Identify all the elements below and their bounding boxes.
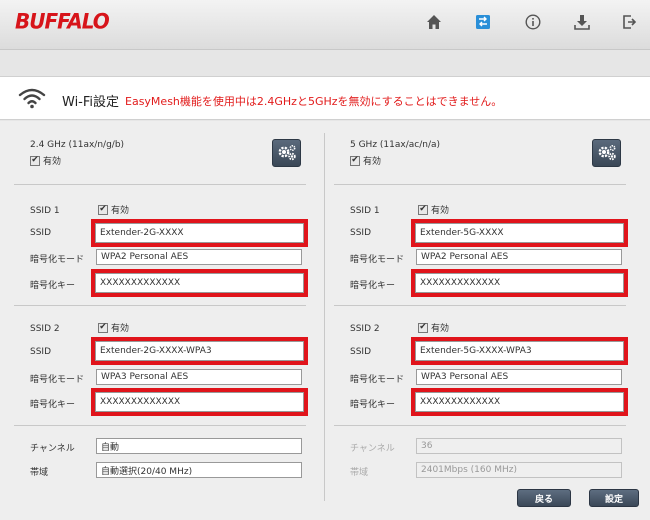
bandwidth-label: 帯域 [30, 468, 49, 478]
bandwidth-label: 帯域 [350, 468, 369, 478]
ssid2-enable-label: 有効 [111, 324, 130, 334]
ssid2-label: SSID 2 [30, 324, 60, 334]
ssid1-enable-checkbox[interactable]: ✔ 有効 [418, 203, 449, 216]
logout-icon[interactable] [619, 11, 641, 33]
back-button[interactable]: 戻る [517, 489, 571, 507]
ssid2-name-input[interactable]: Extender-5G-XXXX-WPA3 [415, 341, 624, 361]
ssid2-encryption-value: WPA3 Personal AES [421, 372, 509, 382]
encryption-key-label: 暗号化キー [350, 400, 396, 410]
ssid1-label: SSID 1 [350, 206, 380, 216]
ssid2-label: SSID 2 [350, 324, 380, 334]
ssid2-encryption-select[interactable]: WPA3 Personal AES [96, 369, 302, 385]
checkbox-checked-icon[interactable]: ✔ [350, 155, 360, 166]
ssid1-encryption-value: WPA2 Personal AES [421, 252, 509, 262]
wifi-icon [18, 87, 46, 112]
ssid1-name-input[interactable]: Extender-2G-XXXX [95, 223, 304, 243]
buffalo-logo: BUFFALO [15, 8, 110, 34]
gear-icon [278, 144, 296, 161]
header-gap [0, 51, 650, 75]
bandwidth-select: 2401Mbps (160 MHz) [416, 462, 622, 478]
band-title: 2.4 GHz (11ax/n/g/b) [30, 140, 125, 150]
ssid1-key-input[interactable]: XXXXXXXXXXXXX [95, 273, 304, 293]
ssid1-encryption-select[interactable]: WPA2 Personal AES [96, 249, 302, 265]
checkbox-checked-icon[interactable]: ✔ [30, 155, 40, 166]
band-enable-label: 有効 [363, 157, 382, 167]
ssid2-key-highlight: XXXXXXXXXXXXX [91, 388, 308, 416]
band-enable-checkbox[interactable]: ✔ 有効 [30, 154, 61, 167]
band-enable-checkbox[interactable]: ✔ 有効 [350, 154, 381, 167]
ssid1-name-highlight: Extender-5G-XXXX [411, 219, 628, 247]
network-icon[interactable] [472, 11, 494, 33]
bandwidth-value: 2401Mbps (160 MHz) [421, 465, 517, 475]
page-header: Wi-Fi設定 EasyMesh機能を使用中は2.4GHzと5GHzを無効にする… [0, 76, 650, 120]
ssid1-key-highlight: XXXXXXXXXXXXX [91, 269, 308, 297]
info-icon[interactable] [522, 11, 544, 33]
encryption-mode-label: 暗号化モード [30, 375, 85, 385]
checkbox-checked-icon[interactable]: ✔ [98, 204, 108, 215]
checkbox-checked-icon[interactable]: ✔ [418, 322, 428, 333]
ssid1-label: SSID 1 [30, 206, 60, 216]
encryption-key-label: 暗号化キー [350, 281, 396, 291]
download-icon[interactable] [571, 11, 593, 33]
band-title: 5 GHz (11ax/ac/n/a) [350, 140, 441, 150]
ssid-name-label: SSID [350, 228, 372, 238]
ssid2-encryption-value: WPA3 Personal AES [101, 372, 189, 382]
ssid1-enable-checkbox[interactable]: ✔ 有効 [98, 203, 129, 216]
channel-label: チャンネル [350, 444, 395, 454]
settings-panel: 2.4 GHz (11ax/n/g/b) ✔ 有効 SSID 1 ✔ 有効 SS… [0, 121, 650, 520]
ssid2-enable-checkbox[interactable]: ✔ 有効 [418, 321, 449, 334]
section-divider [334, 184, 626, 185]
ssid2-key-highlight: XXXXXXXXXXXXX [411, 388, 628, 416]
checkbox-checked-icon[interactable]: ✔ [418, 204, 428, 215]
easymesh-warning: EasyMesh機能を使用中は2.4GHzと5GHzを無効にすることはできません… [125, 95, 503, 108]
channel-label: チャンネル [30, 444, 75, 454]
ssid1-enable-label: 有効 [111, 206, 130, 216]
section-divider [14, 425, 306, 426]
ssid2-encryption-select[interactable]: WPA3 Personal AES [416, 369, 622, 385]
ssid1-key-highlight: XXXXXXXXXXXXX [411, 269, 628, 297]
ssid1-encryption-select[interactable]: WPA2 Personal AES [416, 249, 622, 265]
ssid2-name-highlight: Extender-5G-XXXX-WPA3 [411, 337, 628, 365]
section-divider [334, 305, 626, 306]
channel-select: 36 [416, 438, 622, 454]
ssid1-name-highlight: Extender-2G-XXXX [91, 219, 308, 247]
apply-button[interactable]: 設定 [589, 489, 639, 507]
band-enable-label: 有効 [43, 157, 62, 167]
gear-icon [598, 144, 616, 161]
encryption-mode-label: 暗号化モード [30, 255, 85, 265]
bandwidth-value: 自動選択(20/40 MHz) [101, 466, 193, 477]
section-divider [14, 305, 306, 306]
checkbox-checked-icon[interactable]: ✔ [98, 322, 108, 333]
encryption-mode-label: 暗号化モード [350, 255, 405, 265]
section-divider [334, 425, 626, 426]
band-5ghz-column: 5 GHz (11ax/ac/n/a) ✔ 有効 SSID 1 ✔ 有効 SSI… [320, 121, 630, 520]
ssid-name-label: SSID [30, 347, 52, 357]
channel-value: 36 [421, 441, 433, 451]
page-title: Wi-Fi設定 [62, 95, 120, 110]
section-divider [14, 184, 306, 185]
channel-value: 自動 [101, 442, 120, 453]
ssid-name-label: SSID [30, 228, 52, 238]
channel-select[interactable]: 自動 [96, 438, 302, 454]
ssid2-enable-label: 有効 [431, 324, 450, 334]
encryption-mode-label: 暗号化モード [350, 375, 405, 385]
ssid1-enable-label: 有効 [431, 206, 450, 216]
top-bar: BUFFALO [0, 0, 650, 50]
ssid1-encryption-value: WPA2 Personal AES [101, 252, 189, 262]
ssid2-name-highlight: Extender-2G-XXXX-WPA3 [91, 337, 308, 365]
ssid1-name-input[interactable]: Extender-5G-XXXX [415, 223, 624, 243]
ssid2-name-input[interactable]: Extender-2G-XXXX-WPA3 [95, 341, 304, 361]
home-icon[interactable] [423, 11, 445, 33]
advanced-settings-button[interactable] [272, 139, 301, 167]
encryption-key-label: 暗号化キー [30, 281, 76, 291]
encryption-key-label: 暗号化キー [30, 400, 76, 410]
ssid2-key-input[interactable]: XXXXXXXXXXXXX [95, 392, 304, 412]
band-24ghz-column: 2.4 GHz (11ax/n/g/b) ✔ 有効 SSID 1 ✔ 有効 SS… [0, 121, 310, 520]
ssid2-enable-checkbox[interactable]: ✔ 有効 [98, 321, 129, 334]
bandwidth-select[interactable]: 自動選択(20/40 MHz) [96, 462, 302, 478]
advanced-settings-button[interactable] [592, 139, 621, 167]
ssid-name-label: SSID [350, 347, 372, 357]
ssid1-key-input[interactable]: XXXXXXXXXXXXX [415, 273, 624, 293]
ssid2-key-input[interactable]: XXXXXXXXXXXXX [415, 392, 624, 412]
